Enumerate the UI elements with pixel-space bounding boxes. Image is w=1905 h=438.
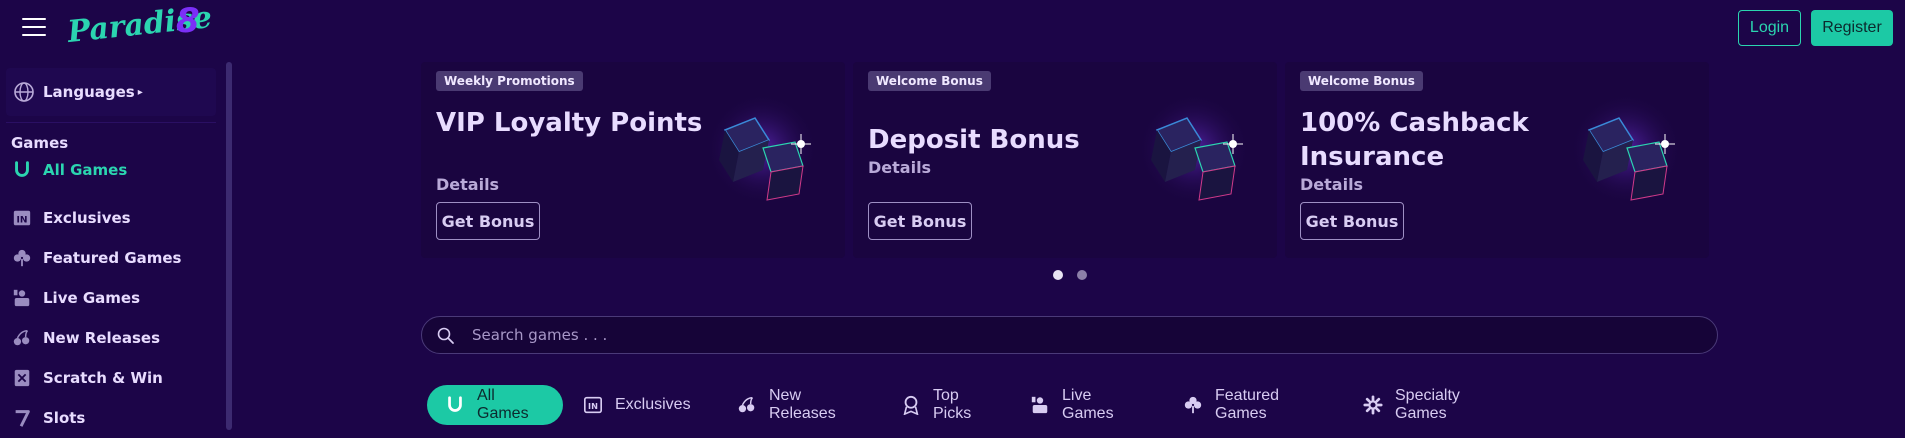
search-input[interactable]	[472, 319, 1672, 351]
tab-label: All Games	[477, 387, 529, 422]
sidebar: Languages ▸ Games All Games IN Exclusive…	[0, 62, 226, 430]
tab-label: New Releases	[769, 387, 836, 422]
tab-live-games[interactable]: Live Games	[1012, 385, 1132, 425]
sidebar-item-label: Scratch & Win	[43, 369, 163, 387]
tab-top-picks[interactable]: Top Picks	[883, 385, 989, 425]
brand-logo[interactable]: Paradise 8	[65, 0, 216, 54]
sidebar-item-label: Live Games	[43, 289, 141, 307]
languages-menu[interactable]: Languages ▸	[6, 68, 216, 116]
cherries-icon	[737, 395, 757, 415]
tab-all-games[interactable]: All Games	[427, 385, 563, 425]
svg-text:IN: IN	[588, 401, 598, 411]
sidebar-item-exclusives[interactable]: IN Exclusives	[11, 198, 211, 238]
get-bonus-button[interactable]: Get Bonus	[868, 202, 972, 240]
get-bonus-button[interactable]: Get Bonus	[1300, 202, 1404, 240]
tab-featured-games[interactable]: Featured Games	[1165, 385, 1297, 425]
cherries-icon	[11, 327, 33, 349]
dice-icon	[706, 93, 818, 205]
in-logo-icon: IN	[583, 395, 603, 415]
sidebar-item-featured-games[interactable]: Featured Games	[11, 238, 211, 278]
carousel-dot-active[interactable]	[1053, 270, 1063, 280]
sidebar-item-label: Exclusives	[43, 209, 131, 227]
promo-badge: Weekly Promotions	[436, 71, 583, 91]
get-bonus-button[interactable]: Get Bonus	[436, 202, 540, 240]
seven-icon	[11, 407, 33, 429]
carousel-dot[interactable]	[1077, 270, 1087, 280]
search-icon	[436, 326, 456, 346]
promo-card: Welcome Bonus 100% Cashback Insurance De…	[1285, 62, 1709, 258]
in-logo-icon: IN	[11, 207, 33, 229]
clover-icon	[11, 247, 33, 269]
sidebar-nav: All Games IN Exclusives Featured Games L…	[11, 158, 211, 438]
tab-label: Featured Games	[1215, 387, 1280, 422]
sidebar-item-slots[interactable]: Slots	[11, 398, 211, 438]
sidebar-item-scratch-win[interactable]: Scratch & Win	[11, 358, 211, 398]
globe-icon	[13, 81, 35, 103]
dice-icon	[1570, 93, 1682, 205]
promo-title: VIP Loyalty Points	[436, 108, 703, 138]
dealer-icon	[11, 287, 33, 309]
svg-text:IN: IN	[17, 216, 28, 226]
horseshoe-icon	[11, 159, 33, 181]
clover-icon	[1183, 395, 1203, 415]
tab-label: Top Picks	[933, 387, 972, 422]
svg-text:8: 8	[176, 2, 200, 41]
dice-icon	[1138, 93, 1250, 205]
sidebar-item-live-games[interactable]: Live Games	[11, 278, 211, 318]
caret-right-icon: ▸	[137, 86, 143, 98]
sidebar-item-label: Featured Games	[43, 249, 182, 267]
carousel-pagination	[1050, 270, 1090, 282]
promo-details-link[interactable]: Details	[1300, 175, 1363, 194]
horseshoe-icon	[445, 395, 465, 415]
hamburger-menu-icon[interactable]	[22, 18, 46, 38]
award-icon	[901, 395, 921, 415]
promo-title: 100% Cashback Insurance	[1300, 108, 1529, 172]
sidebar-item-label: Slots	[43, 409, 86, 427]
promo-details-link[interactable]: Details	[868, 158, 931, 177]
sidebar-item-all-games[interactable]: All Games	[11, 158, 211, 182]
promo-card: Welcome Bonus Deposit Bonus Details Get …	[853, 62, 1277, 258]
sidebar-scrollbar[interactable]	[226, 62, 232, 430]
tab-exclusives[interactable]: IN Exclusives	[565, 385, 709, 425]
dealer-icon	[1030, 395, 1050, 415]
languages-label: Languages	[43, 83, 135, 101]
games-heading: Games	[11, 134, 69, 152]
sidebar-item-new-releases[interactable]: New Releases	[11, 318, 211, 358]
promo-badge: Welcome Bonus	[1300, 71, 1423, 91]
promo-title: Deposit Bonus	[868, 125, 1080, 155]
tab-label: Live Games	[1062, 387, 1114, 422]
promo-carousel: Weekly Promotions VIP Loyalty Points Det…	[421, 62, 1709, 258]
tab-label: Exclusives	[615, 396, 691, 413]
login-button[interactable]: Login	[1738, 10, 1801, 46]
tab-new-releases[interactable]: New Releases	[719, 385, 854, 425]
gear-icon	[1363, 395, 1383, 415]
tab-specialty-games[interactable]: Specialty Games	[1345, 385, 1478, 425]
promo-details-link[interactable]: Details	[436, 175, 499, 194]
sidebar-divider	[6, 122, 216, 123]
promo-badge: Welcome Bonus	[868, 71, 991, 91]
sidebar-item-label: All Games	[43, 161, 128, 179]
sidebar-item-label: New Releases	[43, 329, 160, 347]
scratch-card-icon	[11, 367, 33, 389]
search-bar	[421, 316, 1718, 354]
tab-label: Specialty Games	[1395, 387, 1460, 422]
promo-card: Weekly Promotions VIP Loyalty Points Det…	[421, 62, 845, 258]
top-bar: Paradise 8 Login Register	[0, 0, 1905, 56]
register-button[interactable]: Register	[1811, 10, 1893, 46]
